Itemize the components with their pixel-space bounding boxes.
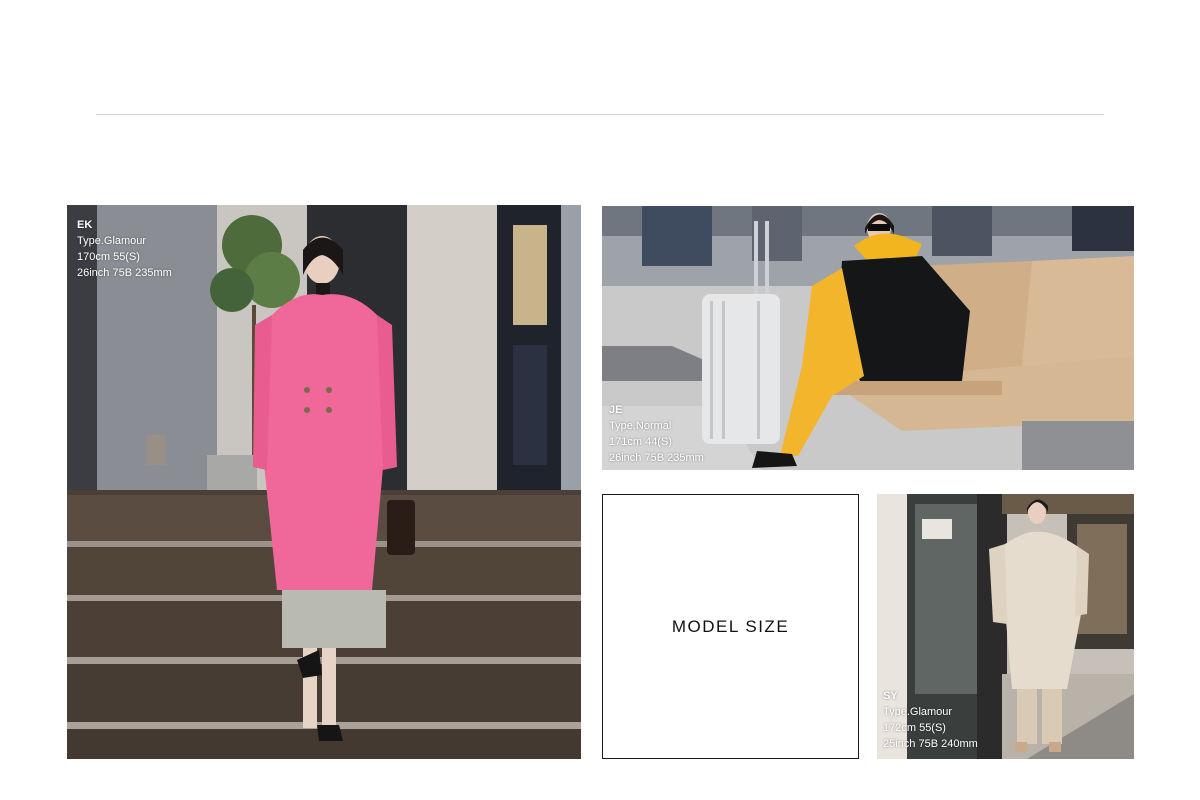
model-photo-ek[interactable] — [67, 205, 581, 759]
model-code: EK — [77, 219, 93, 231]
model-type: Type.Normal — [609, 420, 672, 432]
model-measurements: 25inch 75B 240mm — [883, 738, 978, 750]
model-measurements: 26inch 75B 235mm — [609, 452, 704, 464]
model-caption-sy: SY Type.Glamour 172cm 55(S) 25inch 75B 2… — [883, 688, 978, 752]
pink-coat-photo-image — [67, 205, 581, 759]
page: EK Type.Glamour 170cm 55(S) 26inch 75B 2… — [0, 0, 1200, 800]
model-measurements: 26inch 75B 235mm — [77, 267, 172, 279]
model-height-size: 170cm 55(S) — [77, 251, 140, 263]
model-code: SY — [883, 690, 898, 702]
model-type: Type.Glamour — [883, 706, 953, 718]
divider-line — [96, 114, 1104, 115]
model-size-label: MODEL SIZE — [671, 616, 790, 636]
model-caption-ek: EK Type.Glamour 170cm 55(S) 26inch 75B 2… — [77, 217, 172, 281]
model-code: JE — [609, 404, 623, 416]
model-size-box: MODEL SIZE — [602, 494, 859, 759]
model-height-size: 171cm 44(S) — [609, 436, 672, 448]
model-type: Type.Glamour — [77, 235, 147, 247]
model-caption-je: JE Type.Normal 171cm 44(S) 26inch 75B 23… — [609, 402, 704, 466]
model-height-size: 172cm 55(S) — [883, 722, 946, 734]
